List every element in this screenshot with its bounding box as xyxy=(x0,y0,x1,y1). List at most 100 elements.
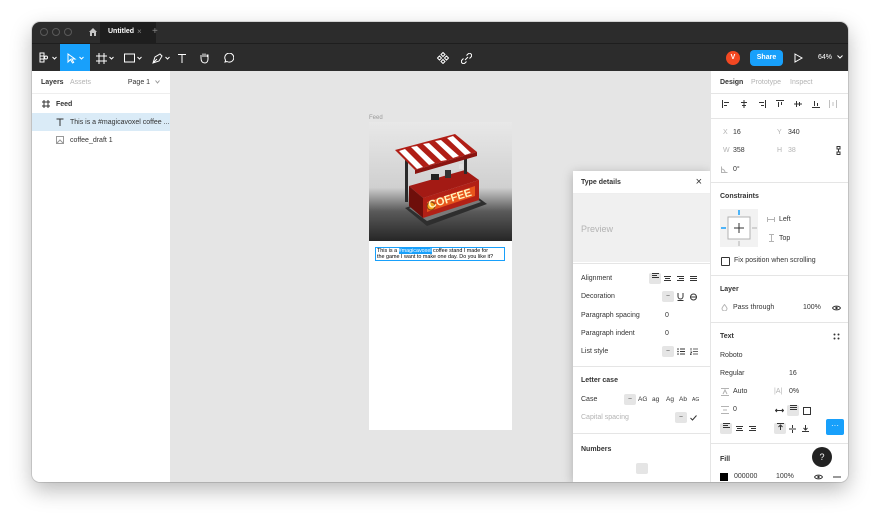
font-family-select[interactable]: Roboto xyxy=(720,352,743,359)
layer-opacity-input[interactable]: 100% xyxy=(803,304,821,311)
align-horizontal-centers-icon[interactable] xyxy=(738,98,749,109)
case-none-button[interactable]: – xyxy=(624,394,636,405)
align-bottom-edges-icon[interactable] xyxy=(810,98,821,109)
tab-assets[interactable]: Assets xyxy=(70,79,91,86)
selected-text-layer[interactable]: This is a #magicavoxel coffee stand I ma… xyxy=(375,247,505,261)
frame-label[interactable]: Feed xyxy=(369,115,383,121)
paragraph-spacing-input[interactable]: 0 xyxy=(733,406,737,413)
align-right-icon[interactable] xyxy=(675,273,686,284)
rotation-input[interactable]: 0° xyxy=(733,166,740,173)
shape-tool-button[interactable] xyxy=(120,44,146,72)
decoration-none-button[interactable]: – xyxy=(662,291,674,302)
case-forced-small-caps-option[interactable]: AG xyxy=(692,397,699,403)
components-button[interactable] xyxy=(435,44,451,72)
link-button[interactable] xyxy=(458,44,474,72)
canvas[interactable]: Feed COFFEE This is a #magicavoxel coffe… xyxy=(170,71,710,482)
tab-inspect[interactable]: Inspect xyxy=(790,79,813,86)
main-menu-button[interactable] xyxy=(36,44,58,72)
layer-image[interactable]: coffee_draft 1 xyxy=(32,131,170,149)
constraints-widget[interactable] xyxy=(720,209,758,247)
user-avatar[interactable]: V xyxy=(726,51,740,65)
share-button[interactable]: Share xyxy=(750,50,783,66)
tab-design[interactable]: Design xyxy=(720,79,743,86)
case-small-caps-option[interactable]: Ab xyxy=(679,396,687,403)
tab-close-icon[interactable]: × xyxy=(137,27,142,36)
help-button[interactable]: ? xyxy=(812,447,832,467)
auto-width-icon[interactable] xyxy=(774,405,785,416)
font-size-input[interactable]: 16 xyxy=(789,370,797,377)
align-right-edges-icon[interactable] xyxy=(756,98,767,109)
fill-visibility-icon[interactable] xyxy=(813,471,824,482)
numbered-list-icon[interactable] xyxy=(688,346,699,357)
text-align-left-icon[interactable] xyxy=(720,423,732,434)
fixed-size-icon[interactable] xyxy=(801,405,812,416)
new-tab-button[interactable]: + xyxy=(152,26,158,37)
constrain-proportions-icon[interactable] xyxy=(833,145,844,156)
pen-tool-button[interactable] xyxy=(148,44,174,72)
move-tool-button[interactable] xyxy=(60,44,90,72)
align-middle-icon[interactable] xyxy=(787,423,798,434)
align-bottom-icon[interactable] xyxy=(800,423,811,434)
home-icon[interactable] xyxy=(88,27,98,37)
hand-tool-button[interactable] xyxy=(196,44,212,72)
case-lowercase-option[interactable]: ag xyxy=(652,396,659,403)
vertical-constraint-select[interactable]: Top xyxy=(779,235,790,242)
align-vertical-centers-icon[interactable] xyxy=(792,98,803,109)
feed-frame[interactable]: COFFEE This is a #magicavoxel coffee sta… xyxy=(369,122,512,430)
letter-spacing-input[interactable]: 0% xyxy=(789,388,799,395)
fill-hex-input[interactable]: 000000 xyxy=(734,473,757,480)
frame-tool-button[interactable] xyxy=(92,44,118,72)
layer-feed[interactable]: Feed xyxy=(32,95,170,113)
coffee-stand-image[interactable]: COFFEE xyxy=(369,122,512,241)
type-details-button[interactable]: ··· xyxy=(826,419,844,435)
text-styles-icon[interactable] xyxy=(831,331,842,342)
align-top-icon[interactable] xyxy=(774,423,786,434)
align-justify-icon[interactable] xyxy=(688,273,699,284)
page-selector[interactable]: Page 1 xyxy=(128,79,160,86)
w-input[interactable]: 358 xyxy=(733,147,745,154)
auto-height-icon[interactable] xyxy=(787,405,799,416)
text-align-right-icon[interactable] xyxy=(747,423,758,434)
layer-text[interactable]: This is a #magicavoxel coffee ... xyxy=(32,113,170,131)
fix-position-checkbox[interactable] xyxy=(721,257,730,266)
list-none-button[interactable]: – xyxy=(662,346,674,357)
remove-fill-icon[interactable] xyxy=(831,471,842,482)
align-left-icon[interactable] xyxy=(649,273,661,284)
align-center-icon[interactable] xyxy=(662,273,673,284)
close-icon[interactable]: × xyxy=(696,176,702,188)
distribute-icon[interactable] xyxy=(828,98,839,109)
capital-spacing-none-button[interactable]: – xyxy=(675,412,687,423)
tab-prototype[interactable]: Prototype xyxy=(751,79,781,86)
case-uppercase-option[interactable]: AG xyxy=(638,396,647,403)
font-weight-select[interactable]: Regular xyxy=(720,370,745,377)
h-input[interactable]: 38 xyxy=(788,147,796,154)
zoom-window-button[interactable] xyxy=(64,28,72,36)
align-left-edges-icon[interactable] xyxy=(720,98,731,109)
strikethrough-icon[interactable] xyxy=(688,291,699,302)
fill-color-swatch[interactable] xyxy=(720,473,728,481)
case-title-option[interactable]: Ag xyxy=(666,396,674,403)
file-tab[interactable]: Untitled × xyxy=(100,22,156,43)
comment-tool-button[interactable] xyxy=(220,44,236,72)
minimize-window-button[interactable] xyxy=(52,28,60,36)
underline-icon[interactable] xyxy=(675,291,686,302)
y-input[interactable]: 340 xyxy=(788,129,800,136)
present-button[interactable] xyxy=(791,44,805,72)
x-input[interactable]: 16 xyxy=(733,129,741,136)
blend-mode-select[interactable]: Pass through xyxy=(733,304,774,311)
paragraph-spacing-input[interactable]: 0 xyxy=(665,312,669,319)
close-window-button[interactable] xyxy=(40,28,48,36)
tab-layers[interactable]: Layers xyxy=(41,79,64,86)
line-height-input[interactable]: Auto xyxy=(733,388,747,395)
paragraph-indent-input[interactable]: 0 xyxy=(665,330,669,337)
fill-opacity-input[interactable]: 100% xyxy=(776,473,794,480)
eye-icon[interactable] xyxy=(831,302,842,313)
zoom-control[interactable]: 64% xyxy=(818,44,843,72)
check-icon[interactable] xyxy=(688,412,699,423)
align-top-edges-icon[interactable] xyxy=(774,98,785,109)
numbers-option-button[interactable] xyxy=(636,463,648,474)
horizontal-constraint-select[interactable]: Left xyxy=(779,216,791,223)
text-tool-button[interactable] xyxy=(174,44,190,72)
bulleted-list-icon[interactable] xyxy=(675,346,686,357)
text-align-center-icon[interactable] xyxy=(734,423,745,434)
